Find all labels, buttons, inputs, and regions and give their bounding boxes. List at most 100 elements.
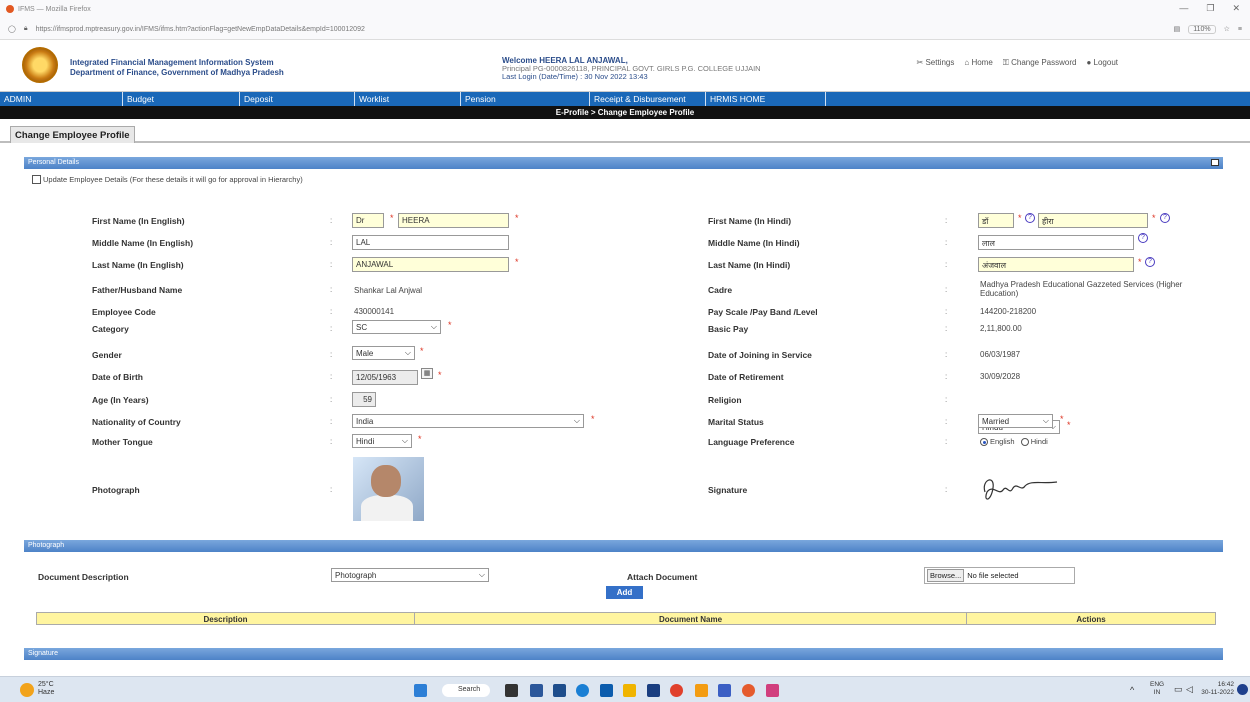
update-details-checkbox[interactable] [32, 175, 41, 184]
weather-icon[interactable] [20, 683, 34, 697]
store-icon[interactable] [553, 684, 566, 697]
colon: : [945, 437, 948, 446]
last-name-en-label: Last Name (In English) [92, 260, 184, 270]
reader-icon[interactable]: ▤ [1174, 25, 1181, 33]
notification-icon[interactable] [1237, 684, 1248, 695]
first-name-hi-field[interactable]: हीरा [1038, 213, 1148, 228]
app-icon-4[interactable] [766, 684, 779, 697]
cadre-value: Madhya Pradesh Educational Gazzeted Serv… [980, 280, 1183, 298]
bookmark-star-icon[interactable]: ☆ [1224, 25, 1230, 33]
colon: : [945, 285, 948, 294]
gender-select[interactable]: Male ⌵ [352, 346, 415, 360]
browse-button[interactable]: Browse... [927, 569, 965, 582]
menu-item-deposit[interactable]: Deposit [240, 92, 355, 106]
clock[interactable]: 16:42 30-11-2022 [1200, 681, 1234, 697]
required-mark: * [1067, 420, 1071, 430]
network-icon[interactable]: ▭ [1174, 684, 1183, 695]
colon: : [330, 417, 333, 426]
firefox-taskbar-icon[interactable] [742, 684, 755, 697]
teams-icon[interactable] [530, 684, 543, 697]
first-name-en-field[interactable]: HEERA [398, 213, 509, 228]
column-header: Document Name [415, 613, 967, 624]
home-link[interactable]: ⌂ Home [964, 58, 992, 68]
mail-icon[interactable] [600, 684, 613, 697]
prefix-hi-field[interactable]: डॉ [978, 213, 1014, 228]
dob-field[interactable]: 12/05/1963 [352, 370, 418, 385]
add-button[interactable]: Add [606, 586, 643, 599]
browser-chrome: IFMS — Mozilla Firefox — ❐ ✕ ◯ 🔒︎ https:… [0, 0, 1250, 40]
volume-icon[interactable]: ◁ [1186, 684, 1193, 695]
firefox-icon [6, 5, 14, 13]
middle-name-hi-field[interactable]: लाल [978, 235, 1134, 250]
edge-icon[interactable] [576, 684, 589, 697]
shield-icon[interactable]: ◯ [8, 25, 16, 33]
minimize-icon[interactable]: — [1179, 3, 1188, 14]
language-indicator[interactable]: ENG IN [1150, 681, 1164, 697]
panel-title: Signature [28, 650, 58, 657]
tab-strip: Change Employee Profile [0, 119, 1250, 143]
menu-filler [826, 92, 1250, 106]
prefix-field[interactable]: Dr [352, 213, 384, 228]
change-password-link[interactable]: ⚿ Change Password [1003, 58, 1077, 68]
menu-item-budget[interactable]: Budget [123, 92, 240, 106]
restore-icon[interactable]: ❐ [1206, 3, 1214, 14]
last-name-en-field[interactable]: ANJAWAL [352, 257, 509, 272]
last-name-hi-field[interactable]: अंजवाल [978, 257, 1134, 272]
app-icon-3[interactable] [718, 684, 731, 697]
welcome-block: Welcome HEERA LAL ANJAWAL, Principal PG-… [502, 57, 761, 81]
windows-start-icon[interactable] [414, 684, 427, 697]
menu-hamburger-icon[interactable]: ≡ [1238, 26, 1242, 33]
marital-status-select[interactable]: Married ⌵ [978, 414, 1053, 428]
chrome-icon[interactable] [670, 684, 683, 697]
app-icon[interactable] [647, 684, 660, 697]
menu-item-pension[interactable]: Pension [461, 92, 590, 106]
menu-item-hrmis-home[interactable]: HRMIS HOME [706, 92, 826, 106]
lock-icon[interactable]: 🔒︎ [24, 25, 28, 33]
required-mark: * [515, 213, 519, 223]
logout-link[interactable]: ● Logout [1086, 58, 1118, 68]
required-mark: * [1138, 257, 1142, 267]
column-header: Actions [1076, 615, 1106, 624]
photo-face [371, 465, 401, 497]
document-description-select[interactable]: Photograph ⌵ [331, 568, 489, 582]
help-icon[interactable]: ? [1138, 233, 1148, 243]
url-input[interactable]: https://ifmsprod.mptreasury.gov.in/IFMS/… [36, 26, 1166, 33]
close-icon[interactable]: ✕ [1232, 3, 1240, 14]
browser-tab-title[interactable]: IFMS — Mozilla Firefox [18, 6, 91, 13]
top-links: ✂ Settings ⌂ Home ⚿ Change Password ● Lo… [917, 58, 1118, 68]
file-explorer-icon[interactable] [623, 684, 636, 697]
file-input[interactable]: Browse... No file selected [924, 567, 1075, 584]
middle-name-en-field[interactable]: LAL [352, 235, 509, 250]
collapse-icon[interactable] [1211, 159, 1219, 166]
category-select[interactable]: SC ⌵ [352, 320, 441, 334]
colon: : [330, 324, 333, 333]
weather-widget[interactable]: 25°C Haze [38, 681, 54, 697]
key-icon: ⚿ [1002, 58, 1012, 67]
pay-scale-value: 144200-218200 [980, 307, 1037, 316]
english-radio[interactable] [980, 438, 988, 447]
help-icon[interactable]: ? [1145, 257, 1155, 267]
hindi-radio[interactable] [1020, 438, 1029, 447]
app-icon-2[interactable] [695, 684, 708, 697]
mother-tongue-select[interactable]: Hindi ⌵ [352, 434, 412, 448]
help-icon[interactable]: ? [1025, 213, 1035, 223]
calendar-icon[interactable]: ▦ [421, 368, 433, 379]
settings-link[interactable]: ✂ Settings [917, 58, 955, 68]
father-name-label: Father/Husband Name [92, 285, 183, 295]
nationality-select[interactable]: India ⌵ [352, 414, 584, 428]
system-title: Integrated Financial Management Informat… [70, 58, 284, 78]
taskbar-search[interactable]: Search [442, 684, 490, 697]
menu-item-admin[interactable]: ADMIN [0, 92, 123, 106]
gender-label: Gender [92, 350, 122, 360]
language-radio-group: English Hindi [980, 437, 1048, 447]
menu-item-receipt-disbursement[interactable]: Receipt & Disbursement [590, 92, 706, 106]
tray-chevron-up-icon[interactable]: ^ [1130, 685, 1134, 695]
zoom-level[interactable]: 110% [1188, 24, 1216, 34]
help-icon[interactable]: ? [1160, 213, 1170, 223]
chevron-down-icon: ⌵ [404, 348, 411, 357]
age-field: 59 [352, 392, 376, 407]
tab-change-employee-profile[interactable]: Change Employee Profile [10, 126, 135, 143]
task-view-icon[interactable] [505, 684, 518, 697]
url-bar: ◯ 🔒︎ https://ifmsprod.mptreasury.gov.in/… [0, 18, 1250, 40]
menu-item-worklist[interactable]: Worklist [355, 92, 461, 106]
